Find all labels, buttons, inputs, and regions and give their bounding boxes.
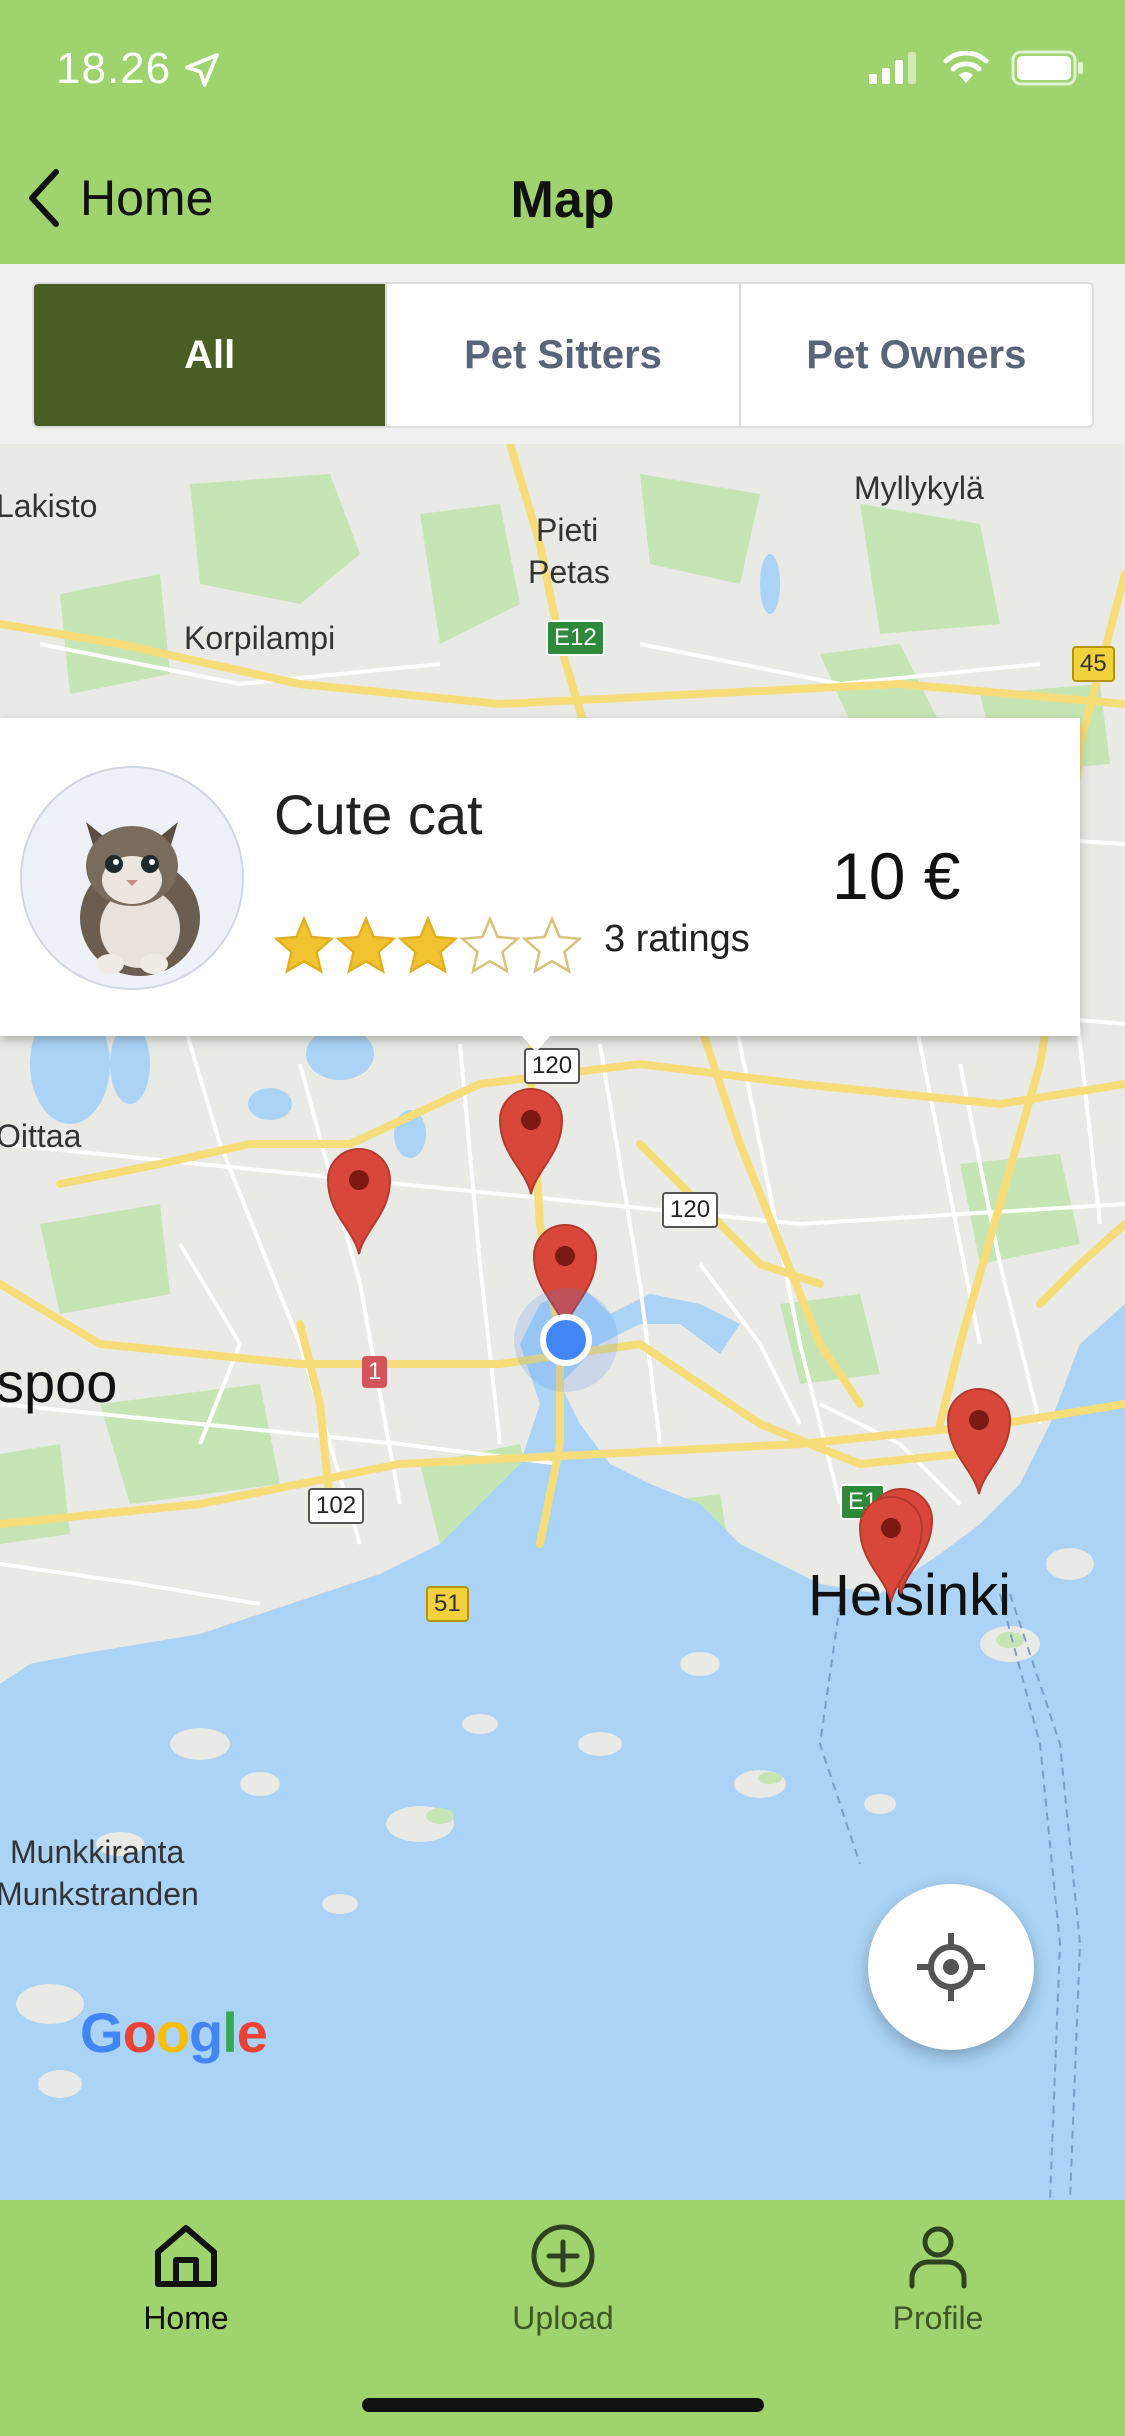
road-shield-1: 1 <box>362 1356 388 1388</box>
star-filled-icon <box>274 916 334 974</box>
map-view[interactable]: Lakisto Myllykylä Pieti Petas Korpilampi… <box>0 444 1125 2200</box>
star-filled-icon <box>398 916 458 974</box>
map-label-lakisto: Lakisto <box>0 488 98 524</box>
segment-all[interactable]: All <box>34 284 386 426</box>
location-arrow-icon <box>185 53 219 87</box>
crosshair-icon <box>917 1933 985 2001</box>
filter-segmented-control: All Pet Sitters Pet Owners <box>32 282 1094 428</box>
page-title: Map <box>510 171 615 229</box>
status-indicators <box>869 50 1085 86</box>
map-label-munkstranden: Munkstranden <box>0 1876 199 1912</box>
filter-bar: All Pet Sitters Pet Owners <box>0 264 1125 444</box>
home-icon <box>155 2225 217 2287</box>
tab-profile-label: Profile <box>892 2300 984 2336</box>
tab-profile[interactable]: Profile <box>818 2222 1058 2337</box>
ratings-count: 3 ratings <box>604 918 750 960</box>
home-indicator <box>362 2398 764 2412</box>
tab-home[interactable]: Home <box>66 2222 306 2337</box>
signal-icon <box>869 52 916 84</box>
map-label-myllykyla: Myllykylä <box>854 470 984 506</box>
locate-me-button[interactable] <box>868 1884 1034 2050</box>
star-filled-icon <box>336 916 396 974</box>
cat-image <box>22 768 242 988</box>
road-shield-51: 51 <box>426 1586 469 1622</box>
plus-circle-icon <box>531 2224 595 2288</box>
map-label-espoo: spoo <box>0 1351 118 1414</box>
navigation-bar: Home Map <box>0 140 1125 264</box>
status-bar: 18.26 <box>0 0 1125 140</box>
segment-pet-sitters[interactable]: Pet Sitters <box>385 284 738 426</box>
road-shield-45: 45 <box>1072 646 1115 682</box>
road-shield-102: 102 <box>308 1488 365 1524</box>
person-icon <box>909 2226 967 2289</box>
google-logo: Google <box>80 2001 268 2064</box>
map-label-pieti: Pieti <box>536 512 599 548</box>
segment-pet-owners[interactable]: Pet Owners <box>738 284 1092 426</box>
star-empty-icon <box>460 916 520 974</box>
road-shield-e12: E12 <box>546 620 605 656</box>
map-pin-marker[interactable] <box>856 1492 926 1604</box>
map-label-munkkiranta: Munkkiranta <box>10 1834 185 1870</box>
battery-icon <box>1011 50 1083 86</box>
map-label-korpilampi: Korpilampi <box>184 620 336 656</box>
star-empty-icon <box>522 916 582 974</box>
status-time: 18.26 <box>56 44 172 93</box>
pet-callout-card[interactable]: Cute cat 3 ratings 10 € <box>0 718 1080 1036</box>
callout-pointer <box>520 1034 552 1052</box>
tab-upload[interactable]: Upload <box>443 2222 683 2337</box>
road-shield-120-a: 120 <box>524 1048 581 1084</box>
tab-upload-label: Upload <box>512 2300 614 2336</box>
map-pin-marker[interactable] <box>944 1384 1014 1496</box>
pet-name: Cute cat <box>274 783 483 846</box>
road-shield-120-b: 120 <box>662 1192 719 1228</box>
map-label-petas: Petas <box>528 554 610 590</box>
pet-price: 10 € <box>832 839 961 913</box>
map-label-oittaa: Oittaa <box>0 1118 82 1154</box>
map-pin-marker[interactable] <box>324 1144 394 1256</box>
tab-home-label: Home <box>143 2300 229 2336</box>
user-location-dot <box>540 1314 592 1366</box>
wifi-icon <box>943 51 989 83</box>
rating-stars <box>274 916 582 974</box>
pet-avatar <box>20 766 244 990</box>
map-pin-marker[interactable] <box>496 1084 566 1196</box>
